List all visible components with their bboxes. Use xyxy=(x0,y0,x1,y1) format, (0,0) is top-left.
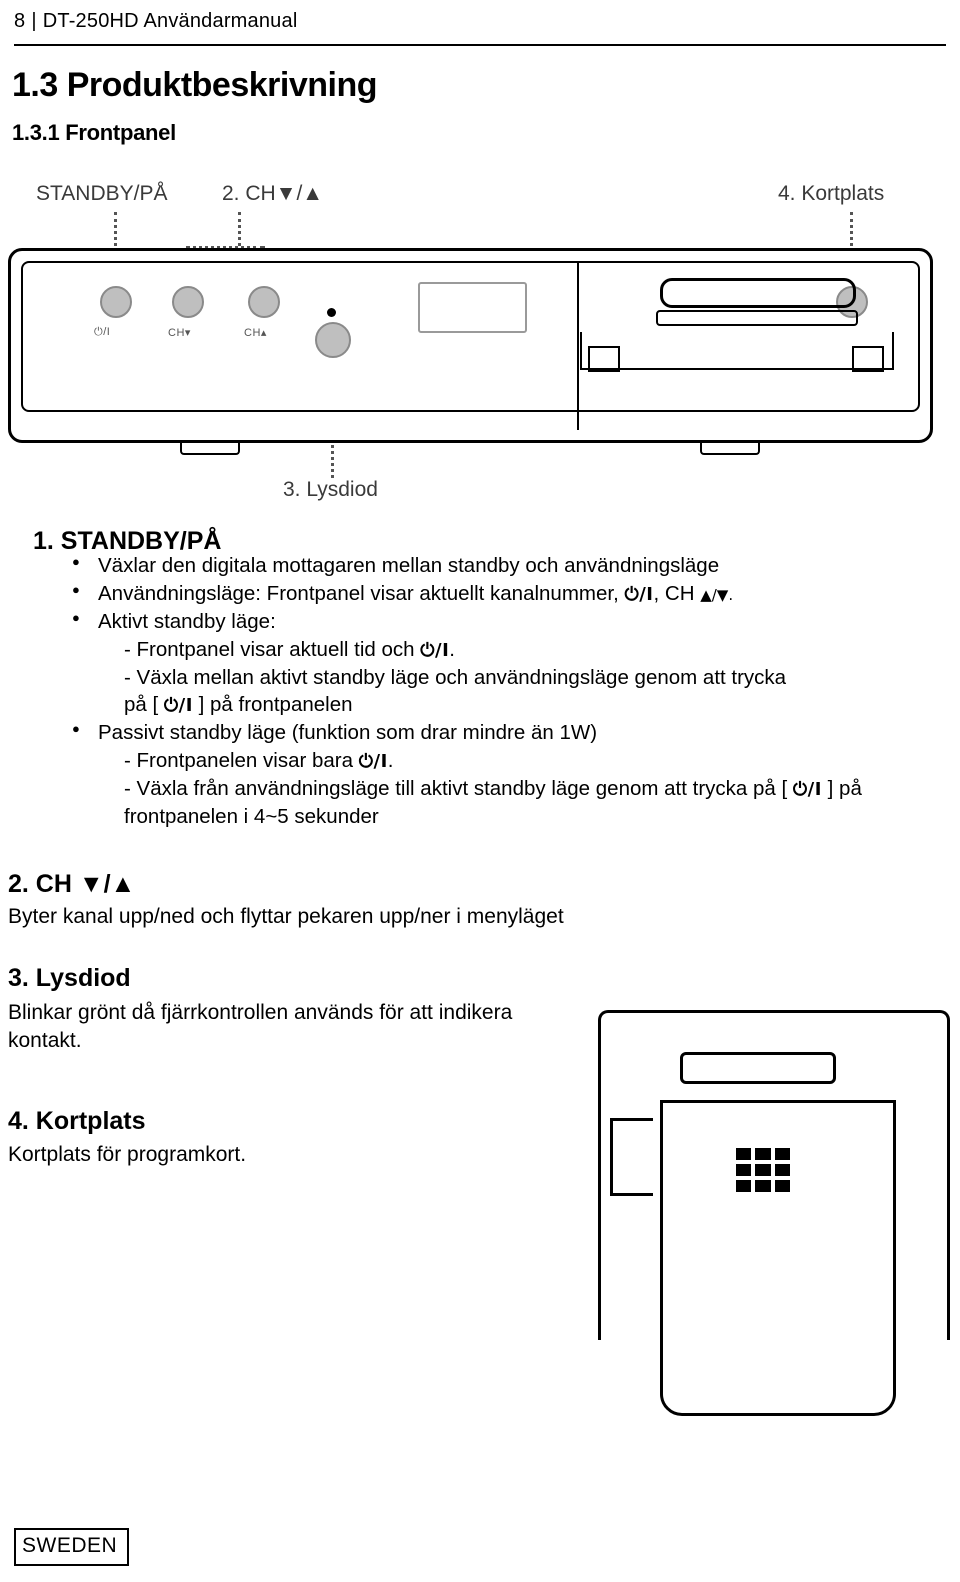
led-indicator xyxy=(315,322,351,358)
page-title: 1.3 Produktbeskrivning xyxy=(12,66,378,104)
diagram-callout-led: 3. Lysdiod xyxy=(283,478,378,501)
section-4-body: Kortplats för programkort. xyxy=(8,1143,247,1166)
passive-standby-line-2: - Växla från användningsläge till aktivt… xyxy=(98,775,952,803)
bullet-active-standby: Aktivt standby läge: - Frontpanel visar … xyxy=(72,608,952,720)
ch-down-label: CH▾ xyxy=(168,327,191,339)
front-display-window xyxy=(418,282,527,333)
power-symbol-text: /I xyxy=(639,583,654,605)
active-standby-line-1: - Frontpanel visar aktuell tid och ⏻/I. xyxy=(98,636,952,664)
active-standby-line-3: på [ ⏻/I ] på frontpanelen xyxy=(98,691,952,719)
power-symbol-icon-3: ⏻/I xyxy=(163,695,193,717)
power-symbol-text-2: /I xyxy=(435,639,450,661)
bullet-operating-mode: Användningsläge: Frontpanel visar aktuel… xyxy=(72,580,952,608)
bullet-passive-standby: Passivt standby läge (funktion som drar … xyxy=(72,719,952,831)
power-symbol-icon-5: ⏻/I xyxy=(792,779,822,800)
page-number: 8 xyxy=(14,10,26,32)
active-standby-line-3-post: ] på frontpanelen xyxy=(198,693,353,717)
card-insert-illustration xyxy=(560,1000,960,1450)
bullet-active-standby-text: Aktivt standby läge: xyxy=(98,609,276,633)
power-symbol-icon-4: ⏻/I xyxy=(358,751,388,773)
section-3-body-line-2: kontakt. xyxy=(8,1029,82,1053)
bullet-passive-standby-text: Passivt standby läge (funktion som drar … xyxy=(98,721,598,745)
header-separator: | xyxy=(31,10,37,32)
manual-title: DT-250HD Användarmanual xyxy=(42,10,298,32)
power-icon: ⏻/I xyxy=(94,326,111,338)
page-subtitle: 1.3.1 Frontpanel xyxy=(12,120,176,145)
led-dot-icon xyxy=(327,308,336,317)
smart-card-chip-icon xyxy=(736,1148,790,1192)
passive-standby-line-1: - Frontpanelen visar bara ⏻/I. xyxy=(98,747,952,775)
illus-receiver-handle xyxy=(680,1052,836,1084)
device-foot-right xyxy=(700,443,760,455)
power-symbol-text-3: /I xyxy=(178,695,193,717)
power-symbol-icon: ⏻/I xyxy=(624,583,654,605)
front-panel-diagram: STANDBY/PÅ 2. CH▼/▲ 4. Kortplats 3. Lysd… xyxy=(0,160,960,520)
diagram-callout-ch: 2. CH▼/▲ xyxy=(222,182,324,205)
passive-standby-line-1-post: . xyxy=(387,749,394,773)
passive-standby-line-3: frontpanelen i 4~5 sekunder xyxy=(98,803,952,831)
passive-standby-line-3-text: frontpanelen i 4~5 sekunder xyxy=(124,804,379,828)
card-slot-rail xyxy=(656,310,858,326)
active-standby-line-3-pre: på [ xyxy=(124,693,159,717)
updown-arrows-icon: ▲/▼. xyxy=(700,585,734,604)
ch-down-button-knob[interactable] xyxy=(172,286,204,318)
section-2-body: Byter kanal upp/ned och flyttar pekaren … xyxy=(8,905,564,928)
leader-line-ch-stem xyxy=(238,212,241,246)
section-2-heading: 2. CH ▼/▲ xyxy=(8,870,136,898)
device-foot-left xyxy=(180,443,240,455)
bullet-standby-toggle: Växlar den digitala mottagaren mellan st… xyxy=(72,552,952,580)
active-standby-line-1-text: - Frontpanel visar aktuell tid och xyxy=(124,637,415,661)
power-button-knob[interactable] xyxy=(100,286,132,318)
card-slot-housing xyxy=(580,332,894,370)
passive-standby-line-2-post: ] på xyxy=(827,777,862,800)
header-divider xyxy=(14,44,946,46)
ch-up-button-knob[interactable] xyxy=(248,286,280,318)
card-slot-tab-left xyxy=(588,346,620,372)
power-symbol-text-4: /I xyxy=(373,751,388,773)
footer-country-label: SWEDEN xyxy=(22,1534,118,1557)
section-1-bullets: Växlar den digitala mottagaren mellan st… xyxy=(72,552,952,831)
page-header: 8 | DT-250HD Användarmanual xyxy=(14,10,946,33)
diagram-callout-standby: STANDBY/PÅ xyxy=(36,182,168,205)
passive-standby-line-1-text: - Frontpanelen visar bara xyxy=(124,749,354,773)
passive-standby-line-2-pre: - Växla från användningsläge till aktivt… xyxy=(124,777,788,800)
footer-country-badge: SWEDEN xyxy=(14,1528,130,1566)
power-symbol-icon-2: ⏻/I xyxy=(420,639,450,661)
ch-up-label: CH▴ xyxy=(244,327,267,339)
bullet-operating-mode-mid: , CH xyxy=(653,581,695,605)
power-symbol-text-5: /I xyxy=(807,779,822,800)
active-standby-line-1-post: . xyxy=(449,637,455,661)
card-slot-tab-right xyxy=(852,346,884,372)
section-3-body-line-1: Blinkar grönt då fjärrkontrollen används… xyxy=(8,1001,513,1024)
card-slot-opening xyxy=(660,278,856,308)
bullet-standby-toggle-text: Växlar den digitala mottagaren mellan st… xyxy=(98,554,720,577)
diagram-callout-cardslot: 4. Kortplats xyxy=(778,182,885,205)
section-3-heading: 3. Lysdiod xyxy=(8,964,131,992)
section-3-body: Blinkar grönt då fjärrkontrollen används… xyxy=(8,999,568,1056)
illus-card-slot xyxy=(610,1118,653,1196)
active-standby-line-2-text: - Växla mellan aktivt standby läge och a… xyxy=(124,665,787,689)
active-standby-line-2: - Växla mellan aktivt standby läge och a… xyxy=(98,664,952,692)
section-4-heading: 4. Kortplats xyxy=(8,1107,146,1135)
bullet-operating-mode-text: Användningsläge: Frontpanel visar aktuel… xyxy=(98,581,619,605)
